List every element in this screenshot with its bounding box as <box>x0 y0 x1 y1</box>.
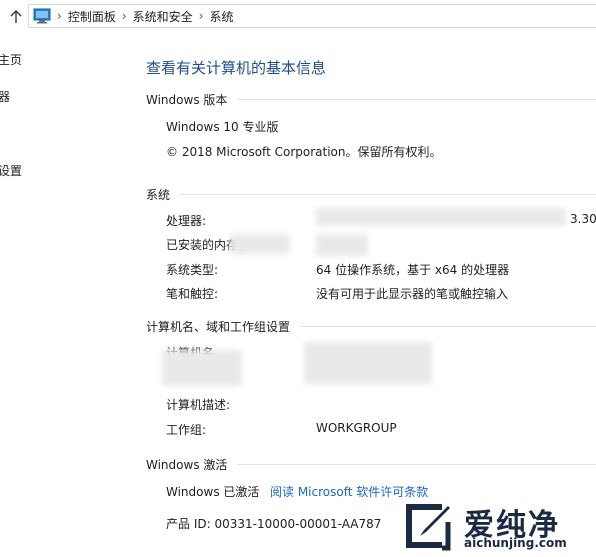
nav-item-settings[interactable]: 设置 <box>0 162 22 179</box>
product-id: 产品 ID: 00331-10000-00001-AA787 <box>166 517 382 531</box>
copyright-text: © 2018 Microsoft Corporation。保留所有权利。 <box>166 145 442 159</box>
processor-label: 处理器: <box>166 214 207 228</box>
pen-touch-value: 没有可用于此显示器的笔或触控输入 <box>316 287 509 301</box>
divider <box>237 464 596 465</box>
license-terms-link[interactable]: 阅读 Microsoft 软件许可条款 <box>270 483 428 500</box>
memory-label-redacted <box>230 234 290 254</box>
section-computer-name: 计算机名、域和工作组设置 <box>146 318 596 335</box>
main-content: 查看有关计算机的基本信息 Windows 版本 Windows 10 专业版 ©… <box>146 0 596 557</box>
chevron-right-icon: › <box>57 9 62 23</box>
system-properties-window: › 控制面板 › 系统和安全 › 系统 主页 器 设置 查看有关计算机的基本信息… <box>0 0 596 557</box>
chevron-right-icon: › <box>121 9 127 23</box>
section-system: 系统 <box>146 186 596 203</box>
system-type-value: 64 位操作系统，基于 x64 的处理器 <box>316 263 510 277</box>
section-heading: Windows 版本 <box>146 93 228 107</box>
windows-edition-value: Windows 10 专业版 <box>166 120 279 134</box>
section-heading: Windows 激活 <box>146 458 228 472</box>
section-heading: 系统 <box>146 188 171 202</box>
pen-touch-label: 笔和触控: <box>166 287 219 301</box>
section-heading: 计算机名、域和工作组设置 <box>146 320 291 334</box>
page-title: 查看有关计算机的基本信息 <box>146 59 327 77</box>
breadcrumb-control-panel[interactable]: 控制面板 <box>68 8 116 25</box>
up-arrow-icon[interactable] <box>8 8 24 26</box>
computer-name-label-redacted <box>162 350 242 386</box>
aichunjing-logo-icon <box>406 504 451 551</box>
system-type-label: 系统类型: <box>166 263 219 277</box>
processor-value-redacted <box>316 208 566 226</box>
activation-status: Windows 已激活 <box>166 485 260 499</box>
divider <box>237 99 596 100</box>
computer-name-value-redacted <box>304 342 432 384</box>
watermark-url: aichunjing.com <box>464 536 567 550</box>
workgroup-label: 工作组: <box>166 423 207 437</box>
computer-description-label: 计算机描述: <box>166 398 231 412</box>
divider <box>300 326 596 327</box>
control-panel-icon <box>33 8 51 24</box>
processor-value-tail: 3.30 <box>570 212 596 226</box>
divider <box>180 194 596 195</box>
watermark: 爱纯净 aichunjing.com <box>402 500 592 555</box>
section-windows-edition: Windows 版本 <box>146 91 596 108</box>
nav-item-device-manager[interactable]: 器 <box>0 88 10 105</box>
nav-item-home[interactable]: 主页 <box>0 51 22 68</box>
workgroup-value: WORKGROUP <box>316 421 397 435</box>
section-windows-activation: Windows 激活 <box>146 456 596 473</box>
memory-value-redacted <box>316 234 368 256</box>
